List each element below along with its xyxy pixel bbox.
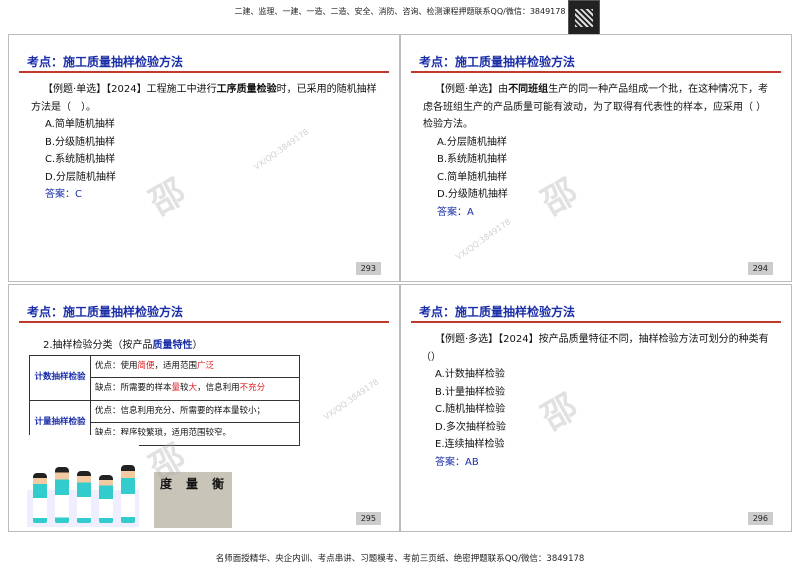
option: B.系统随机抽样 [437,154,508,165]
slide-title: 考点：施工质量抽样检验方法 [419,305,576,319]
option: C.系统随机抽样 [45,154,116,165]
page-number: 296 [747,512,773,525]
title-divider [19,71,389,73]
page-footer: 名师面授精华、央企内训、考点串讲、习题模考、考前三页纸、绝密押题联系QQ/微信：… [215,554,585,564]
pro-cell: 优点：信息利用充分、所需要的样本量较小； [90,399,300,423]
title-divider [411,71,781,73]
question: 【例题·多选】【2024】按产品质量特征不同，抽样检验方法可划分的种类有（） [421,334,769,363]
page-number: 295 [355,512,381,525]
title-divider [411,321,781,323]
question: 【例题·单选】由不同班组生产的同一种产品组成一个批，在这种情况下，考虑各班组生产… [423,84,769,130]
page-number: 294 [747,262,773,275]
answer: 答案：C [45,189,82,200]
option: E.连续抽样检验 [435,439,505,450]
option: C.随机抽样检验 [435,404,506,415]
option: D.多次抽样检验 [435,421,506,433]
slide-title: 考点：施工质量抽样检验方法 [419,55,576,69]
type-cell: 计数抽样检验 [29,354,91,401]
option: D.分级随机抽样 [437,189,508,200]
option: C.简单随机抽样 [437,171,508,183]
option: B.计量抽样检验 [435,386,506,398]
height-illustration [27,435,139,527]
con-cell: 缺点：所需要的样本量较大，信息利用不充分 [90,377,300,401]
slide-title: 考点：施工质量抽样检验方法 [27,55,184,69]
option: D.分层随机抽样 [45,171,116,183]
question: 【例题·单选】【2024】工程施工中进行工序质量检验时，已采用的随机抽样方法是（… [31,84,377,113]
slide-295: 考点：施工质量抽样检验方法 2.抽样检验分类（按产品质量特性） 计数抽样检验 优… [8,284,400,532]
option: A.简单随机抽样 [45,119,115,130]
title-divider [19,321,389,323]
slide-294: 考点：施工质量抽样检验方法 【例题·单选】由不同班组生产的同一种产品组成一个批，… [400,34,792,282]
section-heading: 2.抽样检验分类（按产品质量特性） [43,340,203,351]
qr-code [568,0,600,35]
pro-cell: 优点：使用简便，适用范围广泛 [90,354,300,378]
answer: 答案：AB [435,456,479,468]
watermark: VX/QQ:3849178 [454,217,513,262]
page-header: 二建、监理、一建、一造、二造、安全、消防、咨询、检测课程押题联系QQ/微信：38… [234,7,566,16]
option: B.分级随机抽样 [45,136,116,148]
slide-title: 考点：施工质量抽样检验方法 [27,305,184,319]
option: A.计数抽样检验 [435,369,505,380]
page-number: 293 [355,262,381,275]
slide-296: 考点：施工质量抽样检验方法 【例题·多选】【2024】按产品质量特征不同，抽样检… [400,284,792,532]
slide-293: 考点：施工质量抽样检验方法 【例题·单选】【2024】工程施工中进行工序质量检验… [8,34,400,282]
answer: 答案：A [437,206,474,218]
option: A.分层随机抽样 [437,136,507,148]
